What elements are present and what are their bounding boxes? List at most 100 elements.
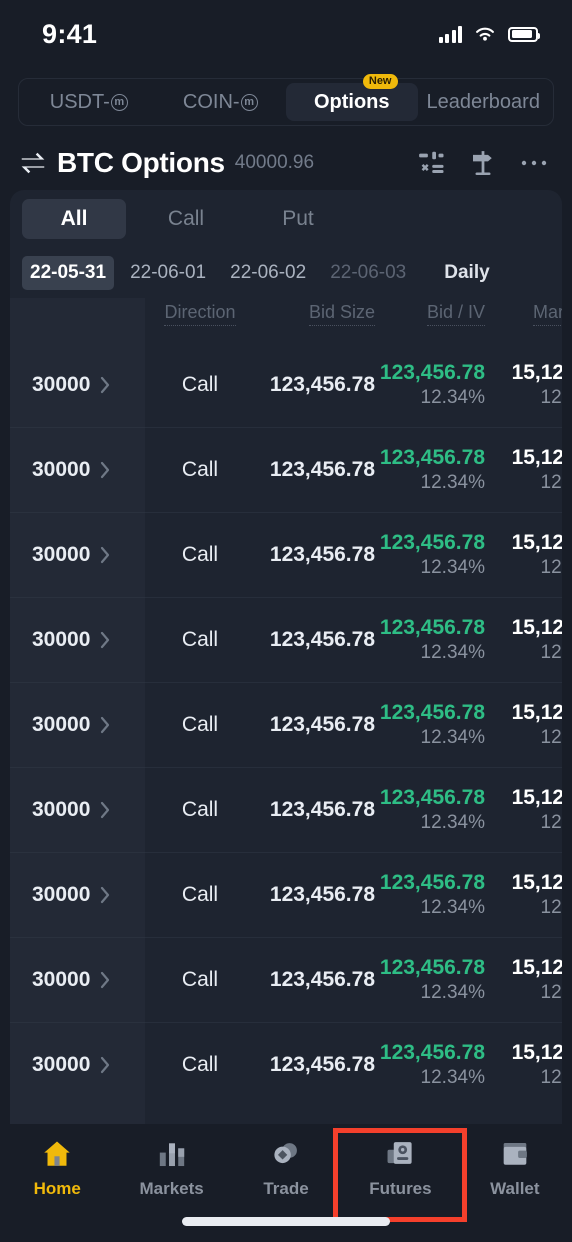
bid-value: 123,456.78 <box>379 445 485 469</box>
wallet-icon <box>503 1142 527 1165</box>
expiry-tab-2[interactable]: 22-06-02 <box>222 256 314 290</box>
strike-value: 30000 <box>32 967 91 991</box>
cell-strike[interactable]: 30000 <box>10 798 145 822</box>
cell-mark-iv: 15,120.0412.34% <box>485 531 562 579</box>
cell-strike[interactable]: 30000 <box>10 373 145 397</box>
circled-m-icon: m <box>110 93 128 111</box>
swap-arrows-icon[interactable] <box>18 148 48 178</box>
cell-bid-iv: 123,456.78 12.34% <box>375 701 485 749</box>
strike-value: 30000 <box>32 882 91 906</box>
tab-usdt-m-label: USDT- <box>49 90 110 113</box>
bid-iv-value: 12.34% <box>420 726 485 748</box>
chevron-right-icon <box>99 800 112 820</box>
expiry-tab-daily[interactable]: Daily <box>436 256 497 290</box>
column-header-bid-iv[interactable]: Bid / IV <box>375 298 485 326</box>
cell-bid-iv: 123,456.78 12.34% <box>375 446 485 494</box>
top-tab-bar: USDT-m COIN-m New Options Leaderboard <box>18 74 554 126</box>
cell-strike[interactable]: 30000 <box>10 543 145 567</box>
cell-strike[interactable]: 30000 <box>10 458 145 482</box>
mark-iv-value: 12.34% <box>540 981 562 1003</box>
nav-item-markets[interactable]: Markets <box>114 1124 228 1212</box>
table-row[interactable]: 30000 Call 123,456.78 123,456.78 12.34% 15,12… <box>10 767 562 852</box>
chevron-right-icon <box>99 970 112 990</box>
filter-chip-all-label: All <box>60 207 88 230</box>
cell-bid-size: 123,456.78 <box>269 797 375 821</box>
mark-iv-value: 12.34% <box>540 1066 562 1088</box>
strike-value: 30000 <box>32 627 91 651</box>
cell-bid-size: 123,456.78 <box>269 457 375 481</box>
cell-mark-iv: 15,120.0412.34% <box>485 956 562 1004</box>
new-badge: New <box>362 74 398 89</box>
cell-direction: Call <box>181 882 219 906</box>
tab-coin-m[interactable]: COIN-m <box>155 83 287 121</box>
nav-item-wallet[interactable]: Wallet <box>458 1124 572 1212</box>
home-indicator <box>182 1217 390 1226</box>
filter-chip-put[interactable]: Put <box>246 199 350 239</box>
column-header-mark-iv[interactable]: Mark / IV <box>485 298 562 326</box>
mark-iv-value: 12.34% <box>540 471 562 493</box>
table-row[interactable]: 30000 Call 123,456.78 123,456.78 12.34% 15,12… <box>10 597 562 682</box>
cell-bid-iv: 123,456.78 12.34% <box>375 531 485 579</box>
tab-options[interactable]: New Options <box>286 74 418 121</box>
signpost-icon[interactable] <box>468 148 498 178</box>
column-header-direction[interactable]: Direction <box>145 298 255 326</box>
nav-item-futures[interactable]: Futures <box>343 1124 457 1212</box>
expiry-tab-3[interactable]: 22-06-03 <box>322 256 414 290</box>
cell-direction: Call <box>181 542 219 566</box>
home-icon <box>44 1141 70 1166</box>
bid-value: 123,456.78 <box>379 1040 485 1064</box>
strike-value: 30000 <box>32 712 91 736</box>
strike-value: 30000 <box>32 797 91 821</box>
table-row[interactable]: 30000 Call 123,456.78 123,456.78 12.34% 15,12… <box>10 342 562 427</box>
filter-chip-call[interactable]: Call <box>134 199 238 239</box>
table-row[interactable]: 30000 Call 123,456.78 123,456.78 12.34% 15,12… <box>10 852 562 937</box>
grid-layout-icon[interactable] <box>416 148 446 178</box>
cell-bid-iv: 123,456.78 12.34% <box>375 956 485 1004</box>
trade-circles-icon <box>274 1143 297 1164</box>
bid-value: 123,456.78 <box>379 785 485 809</box>
cell-strike[interactable]: 30000 <box>10 1053 145 1077</box>
table-row[interactable]: 30000 Call 123,456.78 123,456.78 12.34% 15,12… <box>10 937 562 1022</box>
bid-iv-value: 12.34% <box>420 896 485 918</box>
table-row[interactable]: 30000 Call 123,456.78 123,456.78 12.34% 15,12… <box>10 512 562 597</box>
cell-bid-iv: 123,456.78 12.34% <box>375 1041 485 1089</box>
nav-item-trade-label: Trade <box>263 1179 309 1198</box>
tab-leaderboard-label: Leaderboard <box>426 90 540 113</box>
table-row[interactable]: 30000 Call 123,456.78 123,456.78 12.34% 15,12… <box>10 1022 562 1107</box>
mark-iv-value: 12.34% <box>540 726 562 748</box>
bid-iv-value: 12.34% <box>420 641 485 663</box>
tab-leaderboard[interactable]: Leaderboard <box>418 83 550 121</box>
cell-bid-size: 123,456.78 <box>269 1052 375 1076</box>
bid-iv-value: 12.34% <box>420 1066 485 1088</box>
expiry-tab-0[interactable]: 22-05-31 <box>22 256 115 290</box>
table-row[interactable]: 30000 Call 123,456.78 123,456.78 12.34% 15,12… <box>10 682 562 767</box>
nav-item-trade[interactable]: Trade <box>229 1124 343 1212</box>
cell-strike[interactable]: 30000 <box>10 968 145 992</box>
column-header-bid-size[interactable]: Bid Size <box>255 298 375 326</box>
tab-usdt-m[interactable]: USDT-m <box>23 83 155 121</box>
mark-iv-value: 12.34% <box>540 641 562 663</box>
mark-value: 15,120.04 <box>511 360 562 384</box>
cell-direction: Call <box>181 1052 219 1076</box>
nav-item-home[interactable]: Home <box>0 1124 114 1212</box>
bid-value: 123,456.78 <box>379 530 485 554</box>
filter-chip-all[interactable]: All <box>22 199 126 239</box>
cell-direction: Call <box>181 372 219 396</box>
tab-options-label: Options <box>313 90 390 113</box>
cell-direction: Call <box>181 712 219 736</box>
cell-strike[interactable]: 30000 <box>10 713 145 737</box>
mark-value: 15,120.04 <box>511 700 562 724</box>
table-row[interactable]: 30000 Call 123,456.78 123,456.78 12.34% 15,12… <box>10 427 562 512</box>
more-options-icon[interactable] <box>520 157 550 169</box>
nav-item-markets-label: Markets <box>139 1179 204 1198</box>
cell-strike[interactable]: 30000 <box>10 883 145 907</box>
cell-strike[interactable]: 30000 <box>10 628 145 652</box>
expiry-tab-1[interactable]: 22-06-01 <box>122 256 214 290</box>
options-table-body: 30000 Call 123,456.78 123,456.78 12.34% 15,12… <box>10 342 562 1107</box>
bid-iv-value: 12.34% <box>420 386 485 408</box>
option-type-filter: All Call Put <box>10 190 562 248</box>
cell-direction: Call <box>181 797 219 821</box>
bid-iv-value: 12.34% <box>420 471 485 493</box>
chevron-right-icon <box>99 630 112 650</box>
filter-chip-call-label: Call <box>167 207 205 230</box>
